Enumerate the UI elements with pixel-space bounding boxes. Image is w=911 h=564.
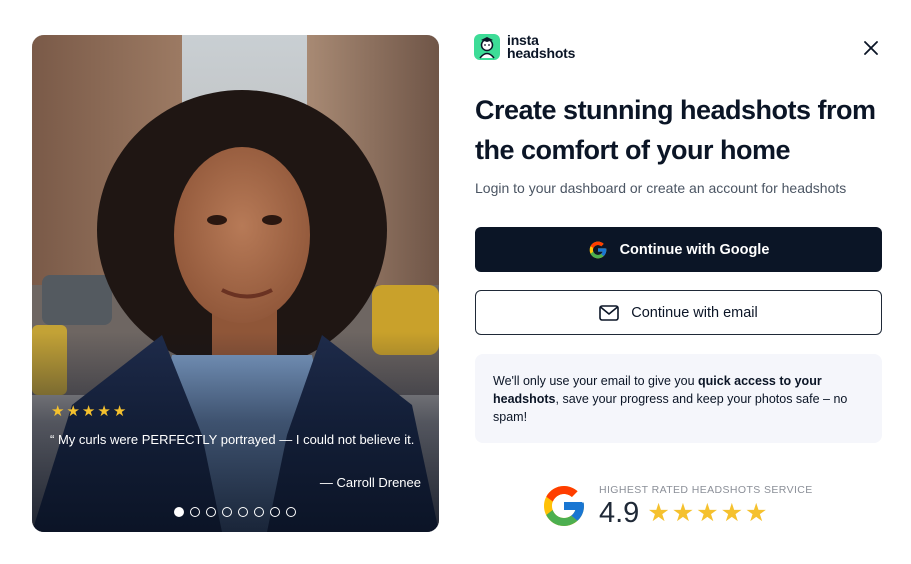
star-icon: ★ bbox=[66, 402, 80, 420]
mail-icon bbox=[599, 304, 620, 321]
brand-name-line2: headshots bbox=[507, 45, 576, 61]
continue-with-google-button[interactable]: Continue with Google bbox=[475, 227, 882, 272]
star-icon: ★ bbox=[51, 402, 65, 420]
email-button-label: Continue with email bbox=[631, 304, 758, 321]
star-icon: ★ bbox=[696, 498, 719, 527]
star-icon: ★ bbox=[112, 402, 127, 420]
page-subtitle: Login to your dashboard or create an acc… bbox=[475, 180, 847, 196]
carousel-dot-2[interactable] bbox=[190, 507, 200, 517]
rating-badge: HIGHEST RATED HEADSHOTS SERVICE 4.9 ★ ★ ★ ★… bbox=[540, 482, 813, 530]
carousel-dot-4[interactable] bbox=[222, 507, 232, 517]
google-logo-icon bbox=[544, 486, 584, 526]
rating-score: 4.9 bbox=[599, 497, 640, 529]
carousel-pagination bbox=[174, 507, 296, 517]
brand-logo-icon bbox=[474, 34, 500, 60]
star-icon: ★ bbox=[720, 498, 744, 527]
close-button[interactable] bbox=[860, 37, 882, 59]
star-icon: ★ bbox=[97, 402, 111, 420]
star-icon: ★ bbox=[745, 498, 768, 527]
testimonial-quote: “ My curls were PERFECTLY portrayed — I … bbox=[50, 432, 415, 447]
rating-row: 4.9 ★ ★ ★ ★ ★ bbox=[599, 498, 813, 528]
carousel-dot-1[interactable] bbox=[174, 507, 184, 517]
carousel-dot-3[interactable] bbox=[206, 507, 216, 517]
brand-name: insta headshots bbox=[507, 33, 576, 61]
continue-with-email-button[interactable]: Continue with email bbox=[475, 290, 882, 335]
rating-stars: ★ ★ ★ ★ ★ bbox=[647, 500, 767, 526]
testimonial-card: ★ ★ ★ ★ ★ “ My curls were PERFECTLY portraye… bbox=[32, 35, 439, 532]
carousel-dot-8[interactable] bbox=[286, 507, 296, 517]
star-icon: ★ bbox=[671, 498, 695, 527]
close-icon bbox=[864, 41, 878, 55]
page-title: Create stunning headshots from the comfo… bbox=[475, 95, 876, 165]
carousel-dot-5[interactable] bbox=[238, 507, 248, 517]
google-button-label: Continue with Google bbox=[619, 241, 770, 258]
testimonial-author: — Carroll Drenee bbox=[319, 475, 421, 490]
star-icon: ★ bbox=[647, 498, 670, 527]
star-icon: ★ bbox=[81, 402, 96, 420]
brand-logo: insta headshots bbox=[474, 33, 576, 61]
carousel-dot-7[interactable] bbox=[270, 507, 280, 517]
testimonial-stars: ★ ★ ★ ★ ★ bbox=[51, 403, 126, 419]
carousel-dot-6[interactable] bbox=[254, 507, 264, 517]
privacy-note-text: We'll only use your email to give you bbox=[493, 374, 699, 388]
google-icon bbox=[589, 241, 606, 258]
rating-caption: HIGHEST RATED HEADSHOTS SERVICE bbox=[599, 484, 813, 496]
privacy-note: We'll only use your email to give you qu… bbox=[475, 354, 882, 443]
rating-details: HIGHEST RATED HEADSHOTS SERVICE 4.9 ★ ★ ★ ★… bbox=[599, 484, 813, 528]
